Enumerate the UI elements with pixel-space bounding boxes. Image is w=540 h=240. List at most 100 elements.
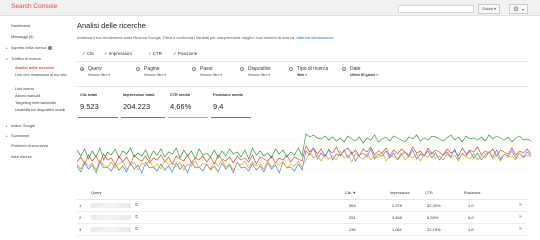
expand-row-icon[interactable]: » (519, 226, 522, 232)
cell-ctr: 22,15% (427, 227, 441, 232)
checkmark-icon: ✓ (148, 51, 152, 56)
group-filter[interactable]: Web ▾ (297, 73, 307, 77)
metric-checkbox-position[interactable]: ✓Posizione (173, 51, 197, 57)
cell-impressions: 3.845 (392, 215, 403, 220)
column-header-position[interactable]: Posizione (464, 191, 480, 195)
card-total-clicks[interactable]: Clic totali 9.523 (78, 93, 118, 118)
column-header-ctr[interactable]: CTR (425, 191, 433, 195)
sidebar-item-security-issues[interactable]: Problemi di sicurezza (11, 143, 48, 149)
help-button[interactable]: Guida (478, 4, 500, 14)
column-header-query[interactable]: Query (91, 191, 101, 195)
sidebar-item-international-targeting[interactable]: Targeting internazionale (15, 100, 57, 106)
group-filter[interactable]: Ultimi 90 giorni ▾ (350, 73, 378, 77)
chevron-down-icon (522, 9, 524, 11)
sidebar-item-label: Targeting internazionale (15, 100, 57, 105)
card-value: 9,4 (213, 102, 224, 111)
cell-impressions: 1.061 (392, 227, 403, 232)
card-color-bar (211, 116, 251, 118)
query-text-redacted (91, 203, 131, 208)
cell-impressions: 2.979 (392, 203, 403, 208)
card-value: 4,66% (170, 102, 192, 111)
page-title: Analisi delle ricerche (77, 21, 146, 30)
sidebar-item-messages[interactable]: Messaggi (5) (11, 34, 34, 40)
sidebar-item-label: Scansione (11, 133, 30, 138)
group-label: Date (350, 66, 361, 72)
card-value: 9.523 (80, 102, 99, 111)
divider (77, 61, 529, 62)
column-header-impressions[interactable]: Impressioni (390, 191, 409, 195)
card-label: Impressioni totali (123, 93, 155, 97)
group-filter[interactable]: Nessun filtro ▾ (248, 73, 270, 77)
radio-pages[interactable] (136, 67, 140, 71)
card-label: CTR medio (170, 93, 191, 97)
external-link-icon[interactable]: ⧉ (135, 226, 138, 231)
radio-query[interactable] (80, 67, 84, 71)
sidebar-item-search-appearance[interactable]: ▸ Aspetto nella ricerca i (6, 45, 53, 51)
chevron-down-icon (494, 8, 496, 10)
sidebar-item-google-index[interactable]: ▸ Indice Google (6, 123, 35, 129)
checkmark-icon: ✓ (173, 51, 177, 56)
info-icon[interactable]: i (48, 46, 53, 50)
performance-chart[interactable] (77, 126, 531, 184)
top-search-input[interactable] (398, 5, 474, 13)
cell-position: 1,6 (468, 227, 474, 232)
group-filter[interactable]: Nessun filtro ▾ (88, 73, 110, 77)
app-title[interactable]: Search Console (11, 3, 57, 10)
external-link-icon[interactable]: ⧉ (135, 202, 138, 207)
radio-search-type[interactable] (289, 67, 293, 71)
cell-ctr: 32,33% (427, 203, 441, 208)
sidebar-item-links-to-site[interactable]: Link che rimandano al tuo sito (15, 72, 69, 78)
card-total-impressions[interactable]: Impressioni totali 204.223 (121, 93, 165, 118)
settings-button[interactable]: ⚙ (509, 4, 528, 14)
card-average-ctr[interactable]: CTR medio 4,66% (168, 93, 208, 118)
filter-value: Web (297, 73, 305, 77)
learn-more-link[interactable]: Ulteriori informazioni. (296, 35, 334, 40)
expand-row-icon[interactable]: » (519, 214, 522, 220)
group-filter[interactable]: Nessun filtro ▾ (144, 73, 166, 77)
sidebar-item-crawl[interactable]: ▸ Scansione (6, 133, 30, 139)
sidebar-item-label: Link che rimandano al tuo sito (15, 72, 67, 77)
radio-dates[interactable] (342, 67, 346, 71)
card-average-position[interactable]: Posizione media 9,4 (211, 93, 251, 118)
row-index: 3 (79, 227, 82, 232)
sidebar-item-manual-actions[interactable]: Azioni manuali (15, 93, 41, 99)
metric-checkbox-impressions[interactable]: ✓Impressioni (104, 51, 132, 57)
sidebar-item-label: Messaggi (5) (11, 34, 34, 39)
filter-value: Nessun filtro (200, 73, 220, 77)
sidebar-item-label: Dashboard (11, 23, 31, 28)
sidebar-item-mobile-usability[interactable]: Usabilità sui dispositivi mobili (15, 107, 69, 113)
group-label: Query (88, 66, 102, 72)
checkmark-icon: ✓ (82, 51, 86, 56)
chart-series-line-0[interactable] (77, 134, 531, 160)
sidebar-item-internal-links[interactable]: Link interni (15, 86, 34, 92)
sidebar-item-label: Azioni manuali (15, 93, 41, 98)
checkbox-label: Clic (86, 51, 95, 56)
top-bar: Search Console Guida ⚙ (0, 0, 540, 16)
card-value: 204.223 (123, 102, 151, 111)
group-filter[interactable]: Nessun filtro ▾ (200, 73, 222, 77)
intro-text: Analizza il tuo rendimento sulla Ricerca… (77, 35, 296, 40)
row-index: 2 (79, 215, 82, 220)
sidebar-item-search-traffic[interactable]: ▾ Traffico di ricerca (6, 56, 41, 62)
table-row[interactable]: 2 ⧉ 251 3.845 6,53% 6,0 » (77, 212, 529, 224)
sidebar-item-label: Problemi di sicurezza (11, 143, 48, 148)
cell-clicks: 251 (349, 215, 356, 220)
table-row[interactable]: 3 ⧉ 230 1.061 22,15% 1,6 » (77, 224, 529, 236)
sidebar-item-label: Altre risorse (11, 154, 32, 159)
group-label: Dispositivi (248, 66, 271, 72)
sidebar-item-search-analytics[interactable]: Analisi delle ricerche (15, 65, 54, 71)
group-by-row: Query Nessun filtro ▾ Pagine Nessun filt… (78, 66, 528, 82)
table-row[interactable]: 1 ⧉ 963 2.979 32,33% 1,0 » (77, 200, 529, 212)
column-header-clicks[interactable]: Clic ▼ (345, 191, 356, 195)
row-index: 1 (79, 203, 82, 208)
expand-row-icon[interactable]: » (519, 202, 522, 208)
sidebar-item-other-resources[interactable]: Altre risorse (11, 154, 32, 160)
external-link-icon[interactable]: ⧉ (135, 214, 138, 219)
radio-countries[interactable] (192, 67, 196, 71)
metric-checkbox-ctr[interactable]: ✓CTR (148, 51, 162, 57)
metric-checkbox-clicks[interactable]: ✓Clic (82, 51, 94, 57)
checkbox-label: CTR (152, 51, 163, 56)
divider (77, 86, 529, 87)
radio-devices[interactable] (240, 67, 244, 71)
sidebar-item-dashboard[interactable]: Dashboard (11, 23, 31, 29)
